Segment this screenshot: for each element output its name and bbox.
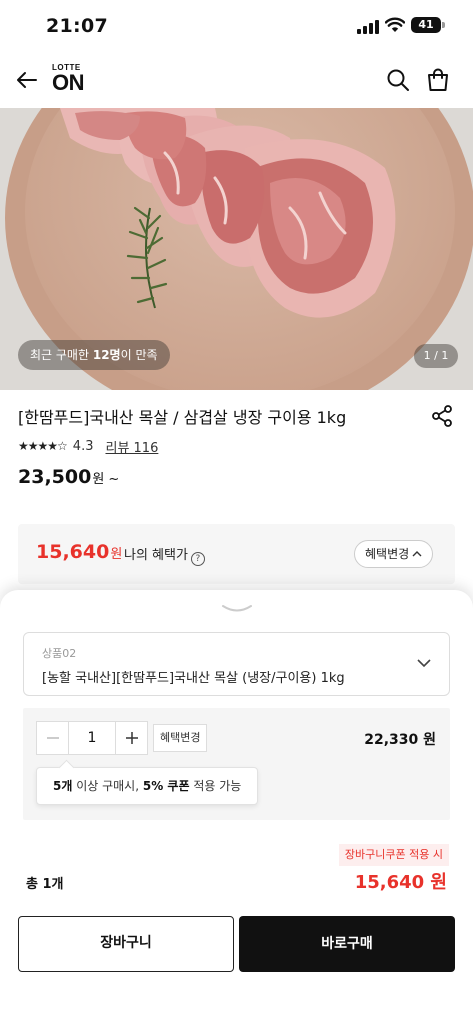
rating-value: 4.3 bbox=[72, 438, 94, 454]
cart-button-header[interactable] bbox=[424, 66, 452, 94]
tooltip-coupon: 5% 쿠폰 bbox=[142, 779, 190, 793]
price-unit: 원 ~ bbox=[92, 472, 120, 487]
benefit-price-unit: 원 bbox=[110, 547, 123, 562]
tooltip-text-2: 적용 가능 bbox=[189, 779, 242, 793]
benefit-label-text: 나의 혜택가 bbox=[124, 548, 188, 563]
benefit-label: 나의 혜택가? bbox=[124, 544, 205, 566]
signal-icon bbox=[357, 20, 379, 34]
increase-button[interactable] bbox=[116, 722, 147, 754]
status-time: 21:07 bbox=[46, 15, 108, 37]
chevron-up-icon bbox=[412, 551, 422, 557]
product-price: 23,500원 ~ bbox=[18, 466, 119, 488]
help-icon[interactable]: ? bbox=[190, 552, 205, 566]
satisfaction-badge: 최근 구매한 12명이 만족 bbox=[18, 340, 170, 370]
selected-item-panel: 1 혜택변경 22,330 원 5개 이상 구매시, 5% 쿠폰 적용 가능 bbox=[23, 708, 450, 820]
price-value: 23,500 bbox=[18, 466, 92, 488]
item-benefit-change-button[interactable]: 혜택변경 bbox=[153, 724, 208, 752]
back-button[interactable] bbox=[12, 65, 42, 95]
sheet-handle-icon[interactable] bbox=[221, 600, 253, 619]
badge-suffix: 이 만족 bbox=[120, 348, 158, 362]
option-dropdown[interactable]: 상품02 [농할 국내산][한땀푸드]국내산 목살 (냉장/구이용) 1kg bbox=[23, 632, 450, 696]
benefit-price: 15,640원 bbox=[36, 541, 122, 563]
status-bar: 21:07 41 bbox=[0, 0, 473, 50]
benefit-price-value: 15,640 bbox=[36, 541, 110, 563]
battery-tip bbox=[442, 22, 445, 28]
plus-icon bbox=[125, 732, 138, 744]
chevron-down-icon bbox=[417, 659, 431, 668]
review-link[interactable]: 리뷰 116 bbox=[105, 437, 158, 456]
search-button[interactable] bbox=[385, 67, 411, 93]
tooltip-count: 5개 bbox=[53, 779, 73, 793]
minus-icon bbox=[46, 737, 59, 739]
option-caption: 상품02 bbox=[42, 647, 77, 660]
app-header: LOTTE ON bbox=[0, 55, 473, 107]
back-arrow-icon bbox=[17, 72, 37, 88]
product-title: [한땀푸드]국내산 목살 / 삼겹살 냉장 구이용 1kg bbox=[18, 408, 347, 427]
tooltip-text-1: 이상 구매시, bbox=[72, 779, 143, 793]
product-image-gallery[interactable]: 최근 구매한 12명이 만족 1 / 1 bbox=[0, 108, 473, 390]
badge-prefix: 최근 구매한 bbox=[30, 348, 93, 362]
product-rating: ★★★★☆ 4.3 리뷰 116 bbox=[18, 436, 158, 456]
option-value: [농할 국내산][한땀푸드]국내산 목살 (냉장/구이용) 1kg bbox=[42, 671, 345, 686]
decrease-button[interactable] bbox=[37, 722, 68, 754]
share-button[interactable] bbox=[430, 404, 454, 428]
benefit-change-label: 혜택변경 bbox=[365, 547, 410, 561]
quantity-value[interactable]: 1 bbox=[68, 722, 116, 754]
shopping-bag-icon bbox=[428, 68, 448, 91]
search-icon bbox=[387, 69, 409, 91]
quantity-stepper: 1 bbox=[36, 721, 148, 755]
battery-indicator: 41 bbox=[411, 17, 441, 33]
total-count-label: 총 1개 bbox=[26, 877, 64, 892]
buy-now-button[interactable]: 바로구매 bbox=[239, 916, 455, 972]
benefit-price-box: 15,640원 나의 혜택가? 혜택변경 bbox=[18, 524, 455, 584]
option-bottom-sheet: 상품02 [농할 국내산][한땀푸드]국내산 목살 (냉장/구이용) 1kg 1… bbox=[0, 590, 473, 1024]
benefit-change-button[interactable]: 혜택변경 bbox=[354, 540, 434, 568]
total-price: 15,640 원 bbox=[354, 872, 447, 893]
wifi-icon bbox=[384, 17, 406, 37]
image-counter: 1 / 1 bbox=[414, 344, 458, 368]
rating-stars: ★★★★☆ bbox=[18, 439, 68, 453]
share-icon bbox=[432, 405, 452, 427]
add-to-cart-button[interactable]: 장바구니 bbox=[18, 916, 234, 972]
cart-coupon-tag: 장바구니쿠폰 적용 시 bbox=[338, 844, 449, 866]
item-price: 22,330 원 bbox=[364, 732, 436, 748]
lotte-on-logo[interactable]: LOTTE ON bbox=[52, 63, 92, 94]
coupon-tooltip: 5개 이상 구매시, 5% 쿠폰 적용 가능 bbox=[36, 767, 259, 805]
badge-count: 12명 bbox=[92, 348, 121, 362]
logo-main-text: ON bbox=[52, 70, 85, 95]
